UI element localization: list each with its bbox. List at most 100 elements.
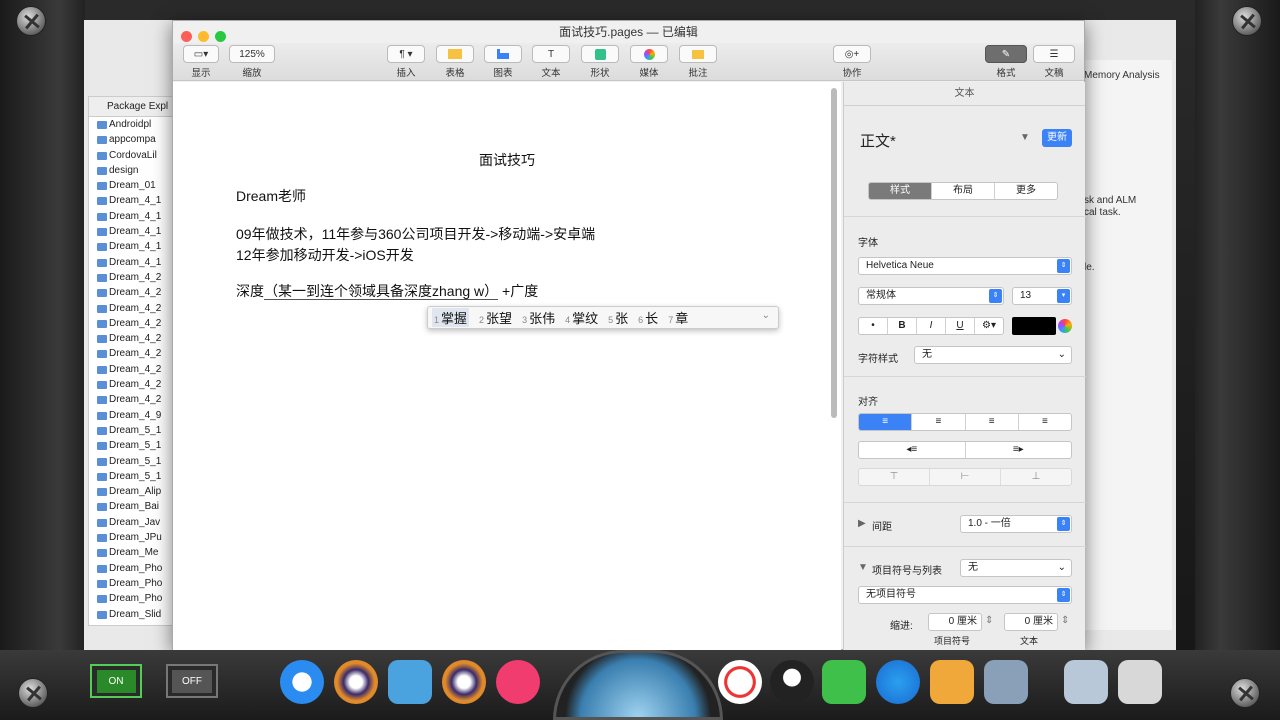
ime-candidate[interactable]: 6长 [638,308,658,327]
finder-icon[interactable] [388,660,432,704]
font-weight-select[interactable]: 常规体 ⇕ [858,287,1004,305]
document-button[interactable]: ☰ 文稿 [1033,45,1075,79]
ime-candidate[interactable]: 5张 [608,308,628,327]
tab-layout[interactable]: 布局 [932,183,995,199]
shape-button[interactable]: 形状 [581,45,619,79]
package-item[interactable]: Dream_4_2 [89,392,173,407]
preview-icon[interactable] [984,660,1028,704]
eclipse-alt-icon[interactable] [442,660,486,704]
tab-more[interactable]: 更多 [995,183,1057,199]
color-wheel-icon[interactable] [1058,319,1072,333]
bullet-indent-field[interactable]: 0 厘米 [928,613,982,631]
app-store-icon[interactable] [876,660,920,704]
memory-analysis-tab[interactable]: Memory Analysis [1084,70,1160,81]
ime-candidate[interactable]: 2 张望 [479,308,512,327]
on-switch[interactable]: ON [90,664,142,698]
align-right-icon[interactable]: ≡ [966,414,1019,430]
zoom-icon[interactable] [215,31,226,42]
package-item[interactable]: Dream_5_1 [89,454,173,469]
zoom-button[interactable]: 125% 缩放 [229,45,275,79]
vertical-scrollbar[interactable] [831,88,837,418]
align-center-icon[interactable]: ≡ [912,414,966,430]
downloads-icon[interactable] [1064,660,1108,704]
package-item[interactable]: Dream_4_2 [89,331,173,346]
trash-icon[interactable] [1118,660,1162,704]
disclosure-triangle-icon[interactable]: ▶ [858,518,866,529]
decrease-indent-icon[interactable]: ◂≡ [859,442,966,458]
tab-style[interactable]: 样式 [869,183,932,199]
package-item[interactable]: Dream_Jav [89,515,173,530]
wechat-icon[interactable] [822,660,866,704]
package-item[interactable]: Dream_Slid [89,607,173,622]
text-color-well[interactable] [1012,317,1056,335]
text-button[interactable]: T 文本 [532,45,570,79]
align-justify-icon[interactable]: ≡ [1019,414,1071,430]
ime-candidate[interactable]: 7章 [668,308,688,327]
align-bottom-icon[interactable]: ⊥ [1001,469,1071,485]
package-item[interactable]: Dream_4_1 [89,193,173,208]
table-button[interactable]: 表格 [436,45,474,79]
document-canvas[interactable]: 面试技巧 Dream老师 09年做技术，11年参与360公司项目开发->移动端-… [173,82,841,650]
close-icon[interactable] [181,31,192,42]
ime-candidate[interactable]: 1 掌握 [432,308,470,327]
screen-recorder-icon[interactable] [496,660,540,704]
package-item[interactable]: Dream_5_1 [89,438,173,453]
insert-button[interactable]: ¶ ▾ 插入 [387,45,425,79]
qq-icon[interactable] [770,660,814,704]
collaborate-button[interactable]: ◎+ 协作 [833,45,871,79]
style-dropdown-icon[interactable]: ▼ [1020,132,1030,143]
package-item[interactable]: Androidpl [89,117,173,132]
eclipse-icon[interactable] [334,660,378,704]
off-switch[interactable]: OFF [166,664,218,698]
package-item[interactable]: CordovaLil [89,148,173,163]
package-item[interactable]: Dream_4_2 [89,377,173,392]
package-item[interactable]: Dream_4_1 [89,255,173,270]
align-top-icon[interactable]: ⊤ [859,469,930,485]
package-item[interactable]: Dream_Pho [89,591,173,606]
align-middle-icon[interactable]: ⊢ [930,469,1001,485]
bullet-preset-select[interactable]: 无项目符号 ⇕ [858,586,1072,604]
underline-button[interactable]: U [946,318,975,334]
pages-icon[interactable] [930,660,974,704]
bullets-select[interactable]: 无 ⌄ [960,559,1072,577]
view-button[interactable]: ▭▾ 显示 [183,45,219,79]
package-item[interactable]: Dream_Alip [89,484,173,499]
gear-icon[interactable]: ⚙▾ [975,318,1003,334]
package-item[interactable]: Dream_4_2 [89,270,173,285]
format-button[interactable]: ✎ 格式 [985,45,1027,79]
font-family-select[interactable]: Helvetica Neue ⇕ [858,257,1072,275]
package-item[interactable]: Dream_4_1 [89,239,173,254]
package-item[interactable]: Dream_4_9 [89,408,173,423]
ime-candidate[interactable]: 3 张伟 [522,308,555,327]
chevron-down-icon[interactable]: ⌄ [762,310,770,321]
char-style-select[interactable]: 无 ⌄ [914,346,1072,364]
italic-button[interactable]: I [917,318,946,334]
ime-candidate[interactable]: 4 掌纹 [565,308,598,327]
package-item[interactable]: Dream_4_1 [89,224,173,239]
package-item[interactable]: Dream_Bai [89,499,173,514]
package-item[interactable]: Dream_4_2 [89,362,173,377]
record-icon[interactable] [718,660,762,704]
package-item[interactable]: appcompa [89,132,173,147]
ime-candidate-window[interactable]: 1 掌握 2 张望 3 张伟 4 掌纹 5 张 6 长 7 章 ⌄ [427,306,779,329]
media-button[interactable]: 媒体 [630,45,668,79]
update-button[interactable]: 更新 [1042,129,1072,147]
package-item[interactable]: design [89,163,173,178]
disclosure-open-icon[interactable]: ▼ [858,562,868,573]
text-indent-field[interactable]: 0 厘米 [1004,613,1058,631]
package-item[interactable]: Dream_Pho [89,576,173,591]
package-item[interactable]: Dream_4_2 [89,316,173,331]
package-item[interactable]: Dream_Me [89,545,173,560]
package-item[interactable]: Dream_01 [89,178,173,193]
package-item[interactable]: Dream_Pho [89,561,173,576]
package-item[interactable]: Dream_4_2 [89,346,173,361]
text-options-icon[interactable]: • [859,318,888,334]
package-item[interactable]: Dream_JPu [89,530,173,545]
align-left-icon[interactable]: ≡ [859,414,913,430]
package-item[interactable]: Dream_5_1 [89,469,173,484]
package-item[interactable]: Dream_4_2 [89,301,173,316]
font-size-field[interactable]: 13 ▾ [1012,287,1072,305]
paragraph-style-name[interactable]: 正文* [860,130,896,151]
package-item[interactable]: Dream_4_2 [89,285,173,300]
stepper-icon[interactable]: ⇕ [1061,615,1069,626]
